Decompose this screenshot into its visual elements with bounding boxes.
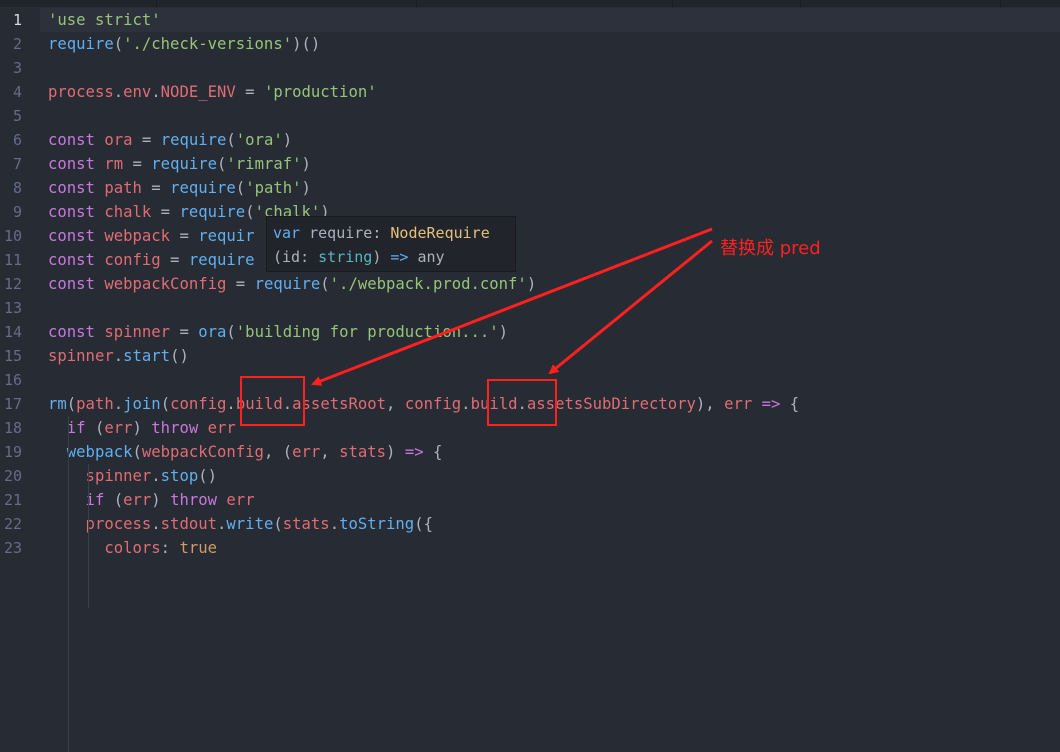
annotation-label: 替换成 pred xyxy=(720,238,821,259)
highlight-box-2 xyxy=(487,379,557,426)
annotation-arrow-1 xyxy=(311,227,713,386)
annotation-overlay xyxy=(240,227,713,426)
highlight-box-1 xyxy=(240,376,305,426)
